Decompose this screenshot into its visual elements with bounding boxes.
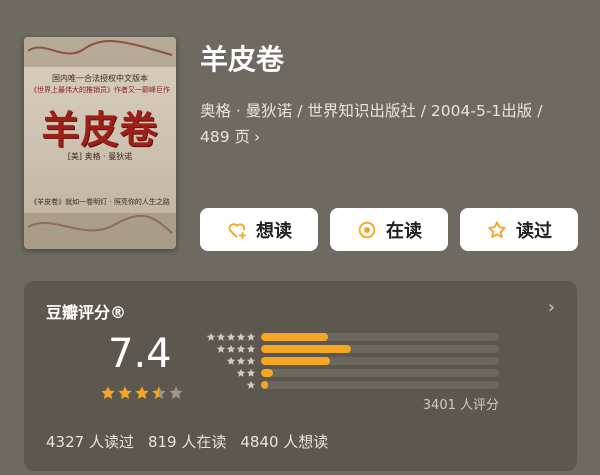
distribution-track (261, 357, 499, 365)
mini-star-icon (226, 332, 236, 341)
distribution-stars (200, 380, 256, 390)
distribution-track (261, 333, 499, 341)
mini-star-icon (236, 368, 246, 377)
mini-star-icon (226, 344, 236, 353)
rating-distribution (200, 331, 499, 391)
distribution-track (261, 381, 499, 389)
mini-star-icon (246, 356, 256, 365)
mini-star-icon (236, 356, 246, 365)
rating-title: 豆瓣评分® (46, 303, 127, 322)
distribution-stars (200, 368, 256, 378)
distribution-row-1 (200, 379, 499, 391)
want-to-read-button[interactable]: 想读 (200, 208, 318, 251)
book-meta[interactable]: 奥格 · 曼狄诺 / 世界知识出版社 / 2004-5-1出版 / 489 页 › (200, 98, 585, 150)
cover-author: [美] 奥格 · 曼狄诺 (67, 152, 133, 161)
star-outline-icon (488, 220, 506, 238)
reading-count: 819 人在读 (147, 433, 227, 451)
cover-title: 羊皮卷 (41, 107, 159, 152)
score-star-icon (118, 386, 132, 399)
mini-star-icon (236, 344, 246, 353)
distribution-bar (261, 333, 328, 341)
distribution-row-3 (200, 355, 499, 367)
reading-button[interactable]: 在读 (330, 208, 448, 251)
distribution-bar (261, 345, 352, 353)
rating-card[interactable]: 豆瓣评分® › 7.4 3401 人评分 4327 人读过 819 人在读 48… (24, 281, 577, 471)
chevron-right-icon: › (254, 128, 261, 146)
score-star-icon (135, 386, 149, 399)
distribution-bar (261, 381, 269, 389)
cover-tagline: 《羊皮卷》就如一卷明灯 · 照亮你的人生之路 (30, 198, 170, 206)
mini-star-icon (206, 332, 216, 341)
distribution-stars (200, 356, 256, 366)
distribution-bar (261, 369, 273, 377)
score-star-icon (169, 386, 183, 399)
cover-line1: 国内唯一合法授权中文版本 (52, 74, 148, 83)
meta-line1: 奥格 · 曼狄诺 / 世界知识出版社 / 2004-5-1出版 / (200, 102, 543, 120)
want-count: 4840 人想读 (240, 433, 329, 451)
score-star-icon (152, 386, 166, 399)
distribution-stars (200, 332, 256, 342)
mini-star-icon (216, 344, 226, 353)
distribution-track (261, 345, 499, 353)
reading-label: 在读 (386, 220, 422, 242)
distribution-row-4 (200, 343, 499, 355)
mini-star-icon (246, 368, 256, 377)
mini-star-icon (246, 332, 256, 341)
mini-star-icon (216, 332, 226, 341)
mini-star-icon (226, 356, 236, 365)
chevron-right-icon[interactable]: › (548, 297, 555, 318)
want-to-read-label: 想读 (256, 220, 292, 242)
mini-star-icon (236, 332, 246, 341)
heart-plus-icon (228, 222, 247, 239)
target-circle-icon (358, 221, 376, 238)
distribution-track (261, 369, 499, 377)
book-title: 羊皮卷 (200, 43, 285, 76)
rating-count: 3401 人评分 (422, 398, 499, 413)
have-read-label: 读过 (516, 220, 552, 242)
have-read-button[interactable]: 读过 (460, 208, 578, 251)
score-stars (100, 385, 184, 401)
mini-star-icon (246, 380, 256, 389)
cover-line2: 《世界上最伟大的推销员》作者又一巅峰巨作 (30, 86, 170, 94)
rating-score: 7.4 (108, 331, 172, 377)
distribution-stars (200, 344, 256, 354)
book-cover[interactable]: 国内唯一合法授权中文版本 《世界上最伟大的推销员》作者又一巅峰巨作 羊皮卷 [美… (24, 37, 176, 249)
mini-star-icon (246, 344, 256, 353)
reader-stats: 4327 人读过 819 人在读 4840 人想读 (46, 431, 328, 452)
meta-line2: 489 页 (200, 128, 251, 146)
action-buttons: 想读 在读 读过 (200, 208, 578, 251)
distribution-bar (261, 357, 331, 365)
distribution-row-2 (200, 367, 499, 379)
distribution-row-5 (200, 331, 499, 343)
read-count: 4327 人读过 (46, 433, 134, 451)
score-star-icon (101, 386, 115, 399)
